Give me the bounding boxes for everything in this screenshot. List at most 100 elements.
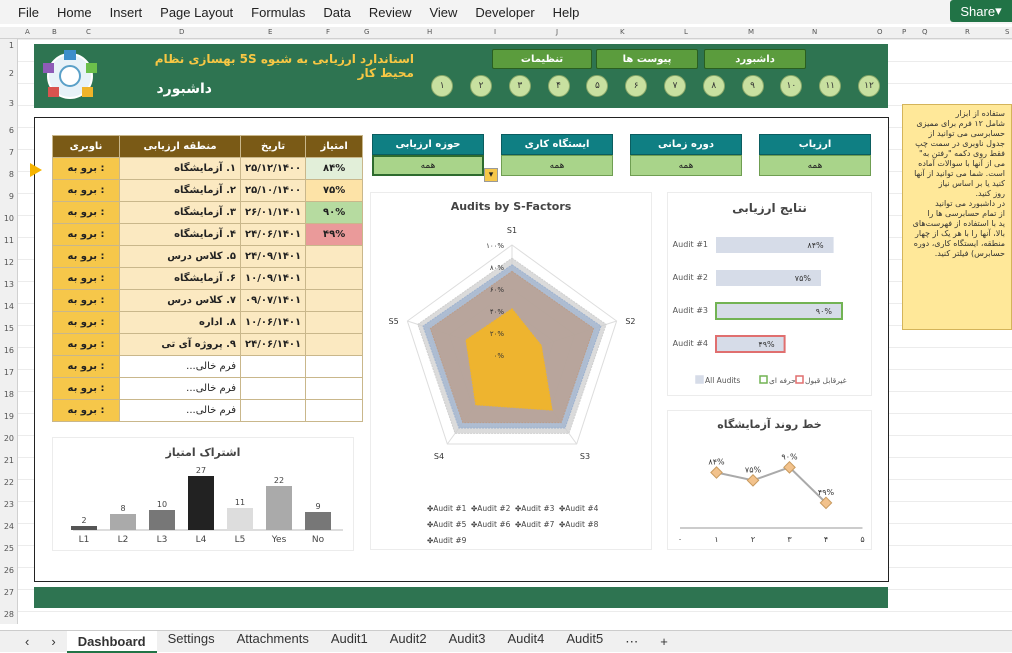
row-header[interactable]: 2 — [9, 69, 14, 78]
column-header[interactable]: J — [556, 28, 558, 36]
row-header[interactable]: 6 — [9, 126, 14, 135]
sheet-tab-attachments[interactable]: Attachments — [226, 631, 320, 653]
goto-link[interactable]: برو به : — [52, 355, 120, 378]
step-3-button[interactable]: ۳ — [508, 75, 531, 97]
tabs-prev-icon[interactable]: ‹ — [14, 634, 40, 649]
goto-link[interactable]: برو به : — [52, 223, 120, 246]
row-header[interactable]: 1 — [9, 41, 14, 50]
more-tabs-icon[interactable]: ⋯ — [614, 634, 649, 650]
help-note[interactable]: ستفاده از ابزار شامل ۱۲ فرم برای ممیزی حسا… — [902, 104, 1012, 330]
filter-value[interactable]: همه — [372, 155, 484, 176]
step-11-button[interactable]: ۱۱ — [819, 75, 842, 97]
column-header[interactable]: H — [427, 28, 432, 36]
row-header[interactable]: 17 — [4, 368, 14, 377]
goto-link[interactable]: برو به : — [52, 157, 120, 180]
column-header[interactable]: P — [902, 28, 906, 36]
row-header[interactable]: 12 — [4, 258, 14, 267]
filter-value[interactable]: همه — [501, 155, 613, 176]
menu-file[interactable]: File — [0, 5, 48, 20]
row-header[interactable]: 16 — [4, 346, 14, 355]
column-header[interactable]: L — [684, 28, 688, 36]
sheet-tab-audit2[interactable]: Audit2 — [379, 631, 438, 653]
row-header[interactable]: 22 — [4, 478, 14, 487]
filter-value[interactable]: همه — [630, 155, 742, 176]
column-header[interactable]: Q — [922, 28, 928, 36]
step-1-button[interactable]: ۱ — [431, 75, 454, 97]
column-header[interactable]: I — [494, 28, 496, 36]
row-header[interactable]: 20 — [4, 434, 14, 443]
sheet-tab-audit1[interactable]: Audit1 — [320, 631, 379, 653]
goto-link[interactable]: برو به : — [52, 179, 120, 202]
goto-link[interactable]: برو به : — [52, 245, 120, 268]
sheet-tab-settings[interactable]: Settings — [157, 631, 226, 653]
row-header[interactable]: 23 — [4, 500, 14, 509]
attachments-nav-button[interactable]: پیوست ها — [596, 49, 698, 69]
goto-link[interactable]: برو به : — [52, 289, 120, 312]
column-header[interactable]: S — [1005, 28, 1009, 36]
sheet-tab-audit3[interactable]: Audit3 — [438, 631, 497, 653]
row-header[interactable]: 21 — [4, 456, 14, 465]
row-header[interactable]: 9 — [9, 192, 14, 201]
add-sheet-icon[interactable]: + — [649, 634, 679, 649]
row-header[interactable]: 27 — [4, 588, 14, 597]
sheet-tab-audit5[interactable]: Audit5 — [555, 631, 614, 653]
goto-link[interactable]: برو به : — [52, 311, 120, 334]
row-header[interactable]: 25 — [4, 544, 14, 553]
menu-data[interactable]: Data — [314, 5, 359, 20]
goto-link[interactable]: برو به : — [52, 267, 120, 290]
column-header[interactable]: N — [812, 28, 817, 36]
tabs-next-icon[interactable]: › — [40, 634, 66, 649]
step-4-button[interactable]: ۴ — [547, 75, 570, 97]
goto-link[interactable]: برو به : — [52, 201, 120, 224]
step-7-button[interactable]: ۷ — [664, 75, 686, 97]
menu-page-layout[interactable]: Page Layout — [151, 5, 242, 20]
column-header[interactable]: K — [620, 28, 625, 36]
row-header[interactable]: 15 — [4, 324, 14, 333]
step-2-button[interactable]: ۲ — [470, 75, 492, 97]
menu-developer[interactable]: Developer — [466, 5, 543, 20]
row-header[interactable]: 26 — [4, 566, 14, 575]
menu-review[interactable]: Review — [360, 5, 421, 20]
column-header[interactable]: D — [179, 28, 184, 36]
column-header[interactable]: B — [52, 28, 57, 36]
step-12-button[interactable]: ۱۲ — [858, 75, 880, 97]
step-10-button[interactable]: ۱۰ — [780, 75, 803, 97]
menu-insert[interactable]: Insert — [101, 5, 152, 20]
row-header[interactable]: 10 — [4, 214, 14, 223]
menu-formulas[interactable]: Formulas — [242, 5, 314, 20]
menu-home[interactable]: Home — [48, 5, 101, 20]
sheet-tab-dashboard[interactable]: Dashboard — [66, 630, 157, 653]
row-header[interactable]: 19 — [4, 412, 14, 421]
row-header[interactable]: 7 — [9, 148, 14, 157]
filter-value[interactable]: همه — [759, 155, 871, 176]
menu-help[interactable]: Help — [544, 5, 589, 20]
goto-link[interactable]: برو به : — [52, 333, 120, 356]
row-header[interactable]: 3 — [9, 99, 14, 108]
row-header[interactable]: 11 — [4, 236, 14, 245]
goto-link[interactable]: برو به : — [52, 399, 120, 422]
column-header[interactable]: M — [748, 28, 754, 36]
row-header[interactable]: 13 — [4, 280, 14, 289]
filter-4[interactable]: ارزیاب همه — [759, 134, 871, 180]
row-header[interactable]: 18 — [4, 390, 14, 399]
column-header[interactable]: E — [268, 28, 272, 36]
column-header[interactable]: F — [326, 28, 330, 36]
step-9-button[interactable]: ۹ — [741, 75, 764, 97]
menu-view[interactable]: View — [420, 5, 466, 20]
row-header[interactable]: 28 — [4, 610, 14, 619]
sheet-tab-audit4[interactable]: Audit4 — [496, 631, 555, 653]
step-5-button[interactable]: ۵ — [586, 75, 609, 97]
settings-nav-button[interactable]: تنظیمات — [492, 49, 592, 69]
filter-2[interactable]: ایستگاه کاری همه — [501, 134, 613, 180]
step-6-button[interactable]: ۶ — [625, 75, 648, 97]
column-header[interactable]: R — [965, 28, 970, 36]
filter-1[interactable]: حوزه ارزیابی همه — [372, 134, 484, 180]
row-header[interactable]: 24 — [4, 522, 14, 531]
column-header[interactable]: G — [364, 28, 369, 36]
column-header[interactable]: O — [877, 28, 883, 36]
row-header[interactable]: 8 — [9, 170, 14, 179]
dashboard-nav-button[interactable]: داشبورد — [704, 49, 806, 69]
dropdown-arrow-icon[interactable]: ▾ — [484, 168, 498, 182]
column-header[interactable]: C — [86, 28, 91, 36]
step-8-button[interactable]: ۸ — [702, 75, 725, 97]
